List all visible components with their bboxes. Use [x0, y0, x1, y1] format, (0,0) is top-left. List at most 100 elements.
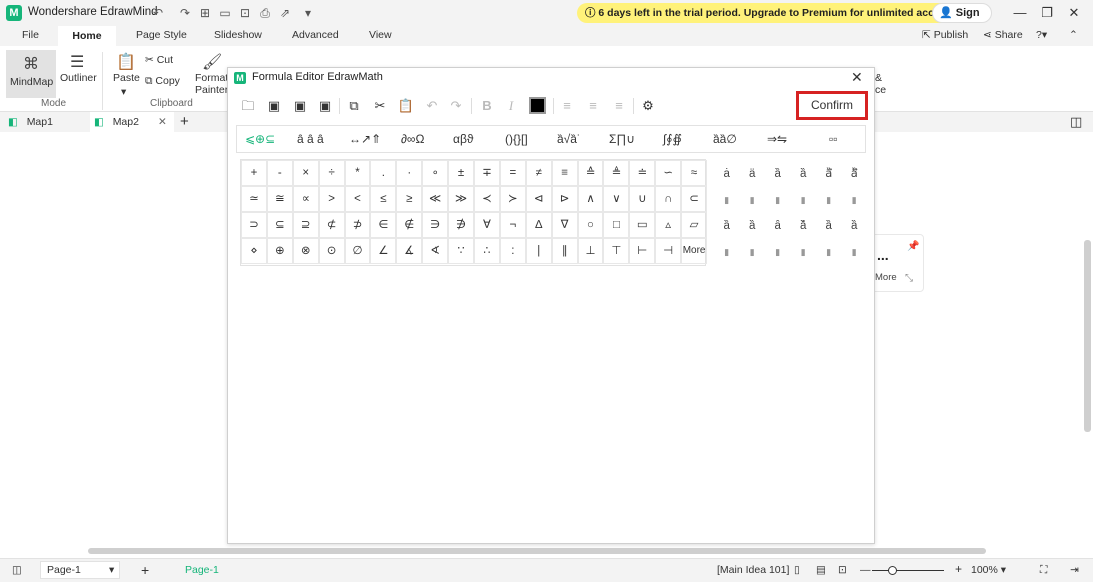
zoom-in-icon[interactable]: + [955, 562, 962, 576]
symbol-button[interactable]: ⊢ [629, 237, 656, 264]
category-operators[interactable]: Σ∏∪ [609, 132, 635, 146]
symbol-button[interactable]: + [241, 160, 267, 186]
symbol-button[interactable]: ⊆ [266, 211, 293, 238]
menu-slideshow[interactable]: Slideshow [214, 29, 262, 41]
symbol-button[interactable]: * [344, 160, 371, 186]
symbol-button[interactable]: ∪ [629, 185, 656, 212]
symbol-button[interactable]: ∅ [344, 237, 371, 264]
symbol-button[interactable]: ⊙ [318, 237, 345, 264]
close-dialog-icon[interactable]: ✕ [851, 69, 863, 86]
symbol-button[interactable]: ⊄ [318, 211, 345, 238]
symbol-button[interactable]: ÷ [318, 160, 345, 186]
symbol-button[interactable]: ≺ [474, 185, 500, 212]
symbol-button[interactable]: ⊅ [344, 211, 371, 238]
mindmap-mode-button[interactable]: ⌘ MindMap [6, 50, 56, 98]
help-icon[interactable]: ?▾ [1036, 29, 1047, 41]
symbol-button[interactable]: ∠ [370, 237, 397, 264]
folder-open-icon[interactable]: 🗀 [239, 97, 257, 115]
menu-advanced[interactable]: Advanced [292, 29, 339, 41]
align-center-icon[interactable]: ≡ [584, 97, 602, 115]
symbol-button[interactable]: ∀ [474, 211, 500, 238]
accent-button[interactable]: ȁ [791, 162, 817, 188]
symbol-button[interactable]: | [525, 237, 552, 264]
symbol-button[interactable]: ∵ [448, 237, 475, 264]
accent-button[interactable]: ȁ⃡ [842, 162, 868, 188]
category-misc[interactable]: ∂∞Ω [401, 132, 424, 146]
symbol-button[interactable]: ≅ [266, 185, 293, 212]
accent-button[interactable]: ▮ [740, 240, 766, 266]
symbol-button[interactable]: ∘ [422, 160, 449, 186]
scissors-icon[interactable]: ✂ [371, 97, 389, 115]
italic-icon[interactable]: I [502, 97, 520, 115]
pin-icon[interactable]: 📌 [907, 241, 919, 252]
accent-button[interactable]: ȧ [714, 162, 740, 188]
sign-in-button[interactable]: 👤 Sign In [932, 3, 992, 37]
save-icon[interactable]: ⊡ [237, 5, 253, 21]
symbol-button[interactable]: ∝ [292, 185, 319, 212]
undo-icon[interactable]: ↶ [423, 97, 441, 115]
symbol-button[interactable]: ¬ [499, 211, 526, 238]
customize-quick-access-icon[interactable]: ▾ [300, 5, 316, 21]
symbol-button[interactable]: ∨ [603, 185, 630, 212]
symbol-button[interactable]: ∇ [551, 211, 578, 238]
book-view-icon[interactable]: ▯ [794, 564, 800, 576]
page-view-icon[interactable]: ▤ [816, 564, 826, 576]
insert-mathml-icon[interactable]: ▣ [291, 97, 309, 115]
accent-button[interactable]: ▮ [816, 240, 842, 266]
insert-image-icon[interactable]: ▣ [265, 97, 283, 115]
page-tab-active[interactable]: Page-1 [185, 564, 219, 576]
symbol-button[interactable]: ≜ [603, 160, 630, 186]
accent-button[interactable]: ▮ [765, 240, 791, 266]
accent-button[interactable]: ▮ [842, 240, 868, 266]
close-tab-icon[interactable]: ✕ [158, 112, 167, 132]
tab-map1[interactable]: ◧ Map1 [8, 112, 88, 132]
symbol-button[interactable]: > [318, 185, 345, 212]
symbol-button[interactable]: ≙ [577, 160, 604, 186]
undo-icon[interactable]: ↶ [150, 5, 166, 21]
insert-latex-icon[interactable]: ▣ [316, 97, 334, 115]
symbol-button[interactable]: ▱ [681, 211, 708, 238]
accent-button[interactable]: ▮ [714, 240, 740, 266]
symbol-button[interactable]: ∽ [655, 160, 682, 186]
align-left-icon[interactable]: ≡ [558, 97, 576, 115]
accent-button[interactable]: ▮ [714, 188, 740, 214]
more-label[interactable]: More [875, 272, 897, 283]
zoom-level[interactable]: 100% ▾ [971, 564, 1006, 576]
category-embellishments[interactable]: ȃ ȃ ȃ [297, 132, 324, 146]
redo-icon[interactable]: ↷ [447, 97, 465, 115]
copy-button[interactable]: ⧉ Copy [145, 75, 180, 88]
symbol-button[interactable]: ∩ [655, 185, 682, 212]
accent-button[interactable]: ▮ [740, 188, 766, 214]
category-labeled-arrows[interactable]: ⇒⇋ [767, 132, 787, 146]
symbol-button[interactable]: ≪ [422, 185, 449, 212]
paste-icon[interactable]: 📋 [397, 97, 415, 115]
more-symbols-button[interactable]: More [681, 237, 708, 264]
symbol-button[interactable]: ≐ [629, 160, 656, 186]
symbol-button[interactable]: ∌ [448, 211, 475, 238]
category-fractions[interactable]: ȁ√ȁ˙ [557, 132, 581, 146]
copy-icon[interactable]: ⧉ [345, 97, 363, 115]
redo-icon[interactable]: ↷ [177, 5, 193, 21]
symbol-button[interactable]: = [499, 160, 526, 186]
symbol-button[interactable]: ⊳ [551, 185, 578, 212]
accent-button[interactable]: ȃ [765, 214, 791, 240]
menu-page-style[interactable]: Page Style [136, 29, 187, 41]
confirm-button[interactable]: Confirm [796, 91, 868, 120]
menu-home[interactable]: Home [58, 26, 116, 46]
collapse-icon[interactable]: ⇥ [1070, 564, 1079, 576]
fit-page-icon[interactable]: ⊡ [838, 564, 847, 576]
symbol-button[interactable]: ≫ [448, 185, 475, 212]
symbol-button[interactable]: ≃ [241, 185, 267, 212]
new-icon[interactable]: ⊞ [197, 5, 213, 21]
symbol-button[interactable]: ≥ [396, 185, 423, 212]
text-color-swatch[interactable] [529, 97, 546, 114]
symbol-button[interactable]: ≡ [551, 160, 578, 186]
accent-button[interactable]: ▮ [791, 240, 817, 266]
fullscreen-icon[interactable]: ⛶ [1040, 564, 1047, 577]
add-tab-icon[interactable]: + [180, 112, 189, 132]
symbol-button[interactable]: ∈ [370, 211, 397, 238]
accent-button[interactable]: ȁ [842, 214, 868, 240]
tab-map2[interactable]: ◧ Map2 ✕ [90, 112, 174, 132]
symbol-button[interactable]: □ [603, 211, 630, 238]
symbol-button[interactable]: ∓ [474, 160, 500, 186]
